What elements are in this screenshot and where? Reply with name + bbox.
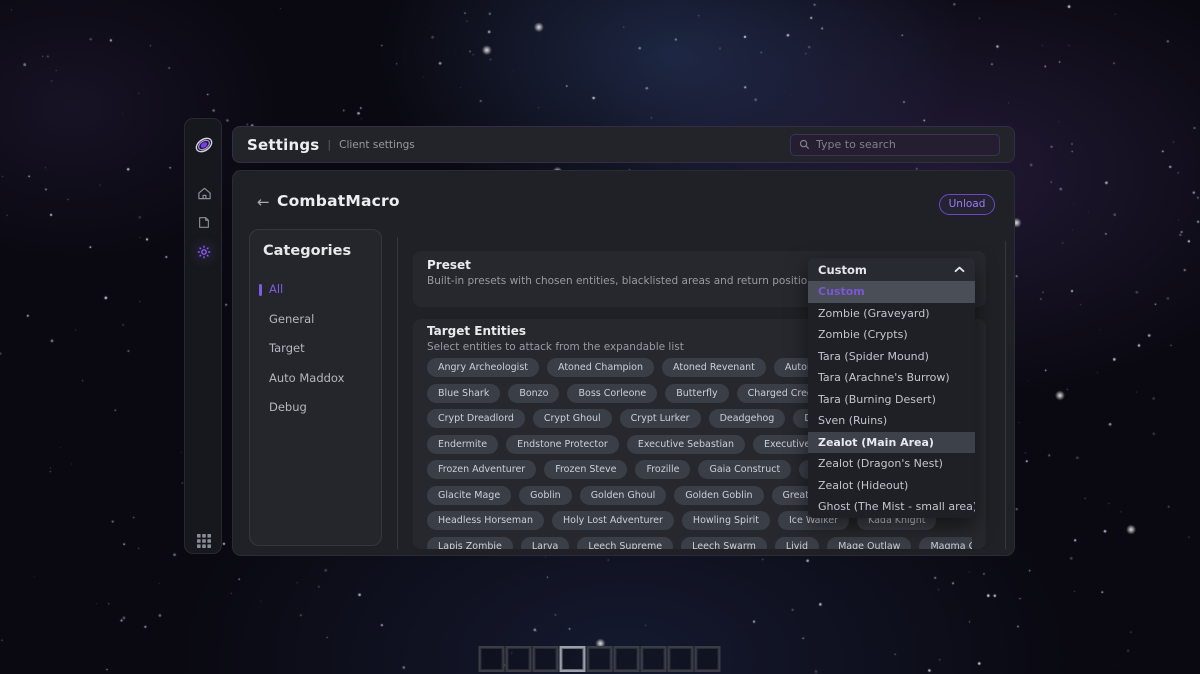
category-item-target[interactable]: Target (250, 334, 381, 364)
entity-chip-boss-corleone[interactable]: Boss Corleone (567, 384, 657, 403)
client-logo-icon[interactable] (185, 133, 223, 157)
entity-chip-lapis-zombie[interactable]: Lapis Zombie (427, 537, 513, 550)
category-item-debug[interactable]: Debug (250, 393, 381, 423)
entity-chip-deadgehog[interactable]: Deadgehog (709, 409, 786, 428)
category-item-label: Auto Maddox (269, 371, 344, 385)
hotbar-slot-4[interactable] (560, 646, 586, 672)
settings-header-bar: Settings | Client settings (232, 126, 1015, 163)
search-icon (799, 139, 810, 150)
entity-chip-frozille[interactable]: Frozille (635, 460, 690, 479)
entity-chip-headless-horseman[interactable]: Headless Horseman (427, 511, 544, 530)
home-icon[interactable] (185, 181, 223, 205)
entity-chip-atoned-revenant[interactable]: Atoned Revenant (662, 358, 766, 377)
entity-chip-atoned-champion[interactable]: Atoned Champion (547, 358, 654, 377)
pages-icon[interactable] (185, 210, 223, 234)
entity-chip-gaia-construct[interactable]: Gaia Construct (698, 460, 791, 479)
back-arrow-icon[interactable]: ← (257, 193, 270, 211)
hotbar-slot-1[interactable] (479, 646, 505, 672)
search-input[interactable] (816, 138, 991, 151)
dropdown-option-tara-arachne-s-burrow[interactable]: Tara (Arachne's Burrow) (808, 367, 975, 389)
entity-chip-frozen-steve[interactable]: Frozen Steve (544, 460, 627, 479)
category-item-auto-maddox[interactable]: Auto Maddox (250, 364, 381, 394)
category-item-label: Target (269, 341, 305, 355)
category-item-all[interactable]: All (250, 275, 381, 305)
dropdown-option-zombie-crypts[interactable]: Zombie (Crypts) (808, 324, 975, 346)
hotbar-slot-8[interactable] (668, 646, 694, 672)
entity-chip-larva[interactable]: Larva (521, 537, 569, 550)
dropdown-option-custom[interactable]: Custom (808, 281, 975, 303)
settings-gear-icon[interactable] (185, 240, 223, 264)
entity-chip-angry-archeologist[interactable]: Angry Archeologist (427, 358, 539, 377)
dropdown-option-zombie-graveyard[interactable]: Zombie (Graveyard) (808, 303, 975, 325)
hotbar-slot-2[interactable] (506, 646, 532, 672)
hotbar-slot-6[interactable] (614, 646, 640, 672)
hotbar-slot-5[interactable] (587, 646, 613, 672)
entity-chip-magma-cube[interactable]: Magma Cube (919, 537, 972, 550)
dropdown-option-zealot-hideout[interactable]: Zealot (Hideout) (808, 475, 975, 497)
grid-icon[interactable] (185, 529, 223, 553)
desktop-background: Settings | Client settings ← CombatMacro… (0, 0, 1200, 674)
hotbar-slot-3[interactable] (533, 646, 559, 672)
entity-chip-executive-sebastian[interactable]: Executive Sebastian (627, 435, 745, 454)
entity-chip-bonzo[interactable]: Bonzo (508, 384, 559, 403)
scrollbar-track[interactable] (1005, 241, 1006, 549)
dropdown-option-sven-ruins[interactable]: Sven (Ruins) (808, 410, 975, 432)
entity-chip-crypt-dreadlord[interactable]: Crypt Dreadlord (427, 409, 525, 428)
chevron-up-icon (954, 266, 965, 273)
hotbar-slot-7[interactable] (641, 646, 667, 672)
categories-card: Categories All General Target Auto Maddox De… (249, 229, 382, 546)
unload-button[interactable]: Unload (939, 194, 995, 215)
entity-chip-crypt-ghoul[interactable]: Crypt Ghoul (533, 409, 612, 428)
preset-dropdown-options: CustomZombie (Graveyard)Zombie (Crypts)T… (808, 281, 975, 518)
dropdown-option-ghost-the-mist-small-area[interactable]: Ghost (The Mist - small area) (808, 496, 975, 518)
entity-chip-holy-lost-adventurer[interactable]: Holy Lost Adventurer (552, 511, 674, 530)
dropdown-option-tara-burning-desert[interactable]: Tara (Burning Desert) (808, 389, 975, 411)
category-item-label: Debug (269, 400, 307, 414)
category-item-general[interactable]: General (250, 305, 381, 335)
hotbar-slot-9[interactable] (695, 646, 721, 672)
title-separator: | (327, 138, 331, 151)
entity-chip-livid[interactable]: Livid (775, 537, 819, 550)
active-category-bar (259, 284, 262, 296)
preset-dropdown-value: Custom (818, 263, 867, 277)
entity-chip-leech-swarm[interactable]: Leech Swarm (681, 537, 767, 550)
entity-chip-endstone-protector[interactable]: Endstone Protector (506, 435, 619, 454)
entity-chip-glacite-mage[interactable]: Glacite Mage (427, 486, 511, 505)
search-box[interactable] (790, 134, 1000, 156)
entity-chip-golden-goblin[interactable]: Golden Goblin (674, 486, 763, 505)
entity-chip-leech-supreme[interactable]: Leech Supreme (577, 537, 673, 550)
categories-list: All General Target Auto Maddox Debug (250, 275, 381, 423)
entity-chip-golden-ghoul[interactable]: Golden Ghoul (580, 486, 667, 505)
entity-chip-blue-shark[interactable]: Blue Shark (427, 384, 500, 403)
minecraft-hotbar (479, 646, 722, 672)
preset-dropdown-header[interactable]: Custom (808, 258, 975, 281)
entity-chip-howling-spirit[interactable]: Howling Spirit (682, 511, 770, 530)
preset-dropdown: Custom CustomZombie (Graveyard)Zombie (C… (808, 258, 975, 518)
page-title: CombatMacro (277, 192, 400, 210)
dropdown-option-zealot-main-area[interactable]: Zealot (Main Area) (808, 432, 975, 454)
dropdown-option-zealot-dragon-s-nest[interactable]: Zealot (Dragon's Nest) (808, 453, 975, 475)
vertical-divider (397, 237, 398, 549)
categories-title: Categories (250, 230, 381, 259)
entity-chip-crypt-lurker[interactable]: Crypt Lurker (620, 409, 701, 428)
entity-chip-frozen-adventurer[interactable]: Frozen Adventurer (427, 460, 536, 479)
entity-chip-endermite[interactable]: Endermite (427, 435, 498, 454)
category-item-label: All (269, 282, 283, 296)
entity-chip-mage-outlaw[interactable]: Mage Outlaw (827, 537, 911, 550)
entity-chip-row: Lapis Zombie Larva Leech Supreme Leech Swar… (427, 537, 972, 550)
settings-title: Settings (247, 136, 319, 154)
entity-chip-goblin[interactable]: Goblin (519, 486, 572, 505)
dropdown-option-tara-spider-mound[interactable]: Tara (Spider Mound) (808, 346, 975, 368)
sidebar-icon-rail (184, 118, 222, 554)
entity-chip-butterfly[interactable]: Butterfly (665, 384, 728, 403)
category-item-label: General (269, 312, 314, 326)
settings-subtitle: Client settings (339, 139, 415, 151)
